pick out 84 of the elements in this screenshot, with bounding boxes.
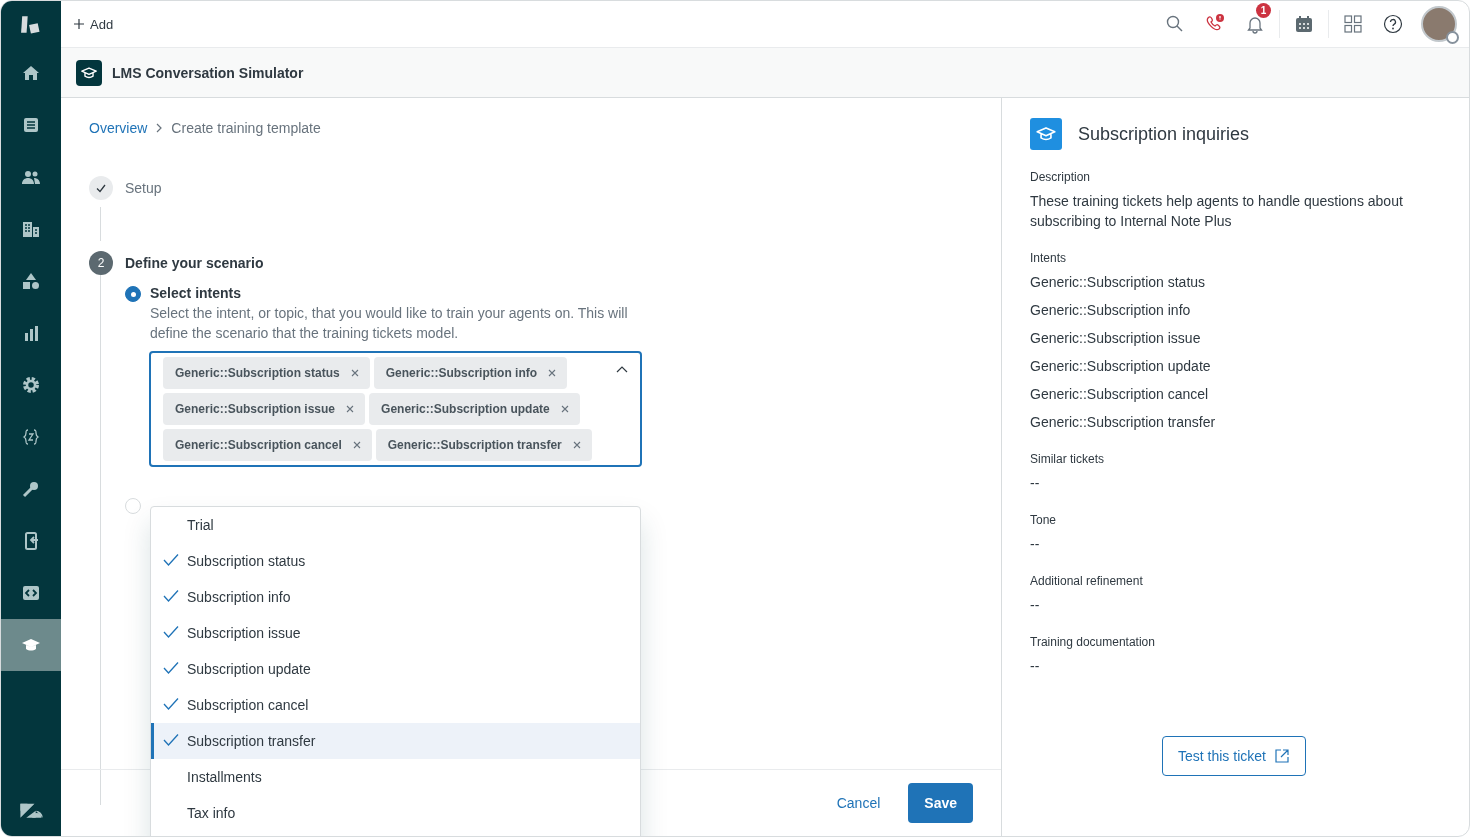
intent-tag: Generic::Subscription cancel xyxy=(163,429,372,461)
section-value: -- xyxy=(1030,657,1041,676)
code-braces-icon xyxy=(21,427,41,447)
menu-option[interactable]: Subscription transfer xyxy=(151,723,640,759)
remove-tag-button[interactable] xyxy=(349,368,360,378)
option-description: Select the intent, or topic, that you would like to train your agents on. This will define the scenario that the training tickets model. xyxy=(150,304,629,343)
breadcrumb-current: Create training template xyxy=(171,120,321,136)
remove-tag-button[interactable] xyxy=(345,404,356,414)
close-icon xyxy=(349,368,360,378)
section-value: Generic::Subscription status xyxy=(1030,273,1207,292)
code-window-icon xyxy=(21,583,41,603)
inbox-icon xyxy=(21,115,41,135)
app-title: LMS Conversation Simulator xyxy=(112,64,304,81)
step-label: Setup xyxy=(125,180,162,196)
intent-multiselect-field[interactable]: Generic::Subscription status Generic::Subscription info Generic::Subscription issue Generic::Subscription update Generic::Subscription cancel Generic::Subscription transfer xyxy=(149,351,642,467)
intent-tag: Generic::Subscription info xyxy=(373,357,568,389)
menu-option[interactable]: Subscription status xyxy=(151,543,640,579)
section-value: Generic::Subscription cancel xyxy=(1030,385,1210,404)
external-link-icon xyxy=(1273,748,1290,764)
app-icon xyxy=(76,59,102,86)
menu-option[interactable]: Tax info xyxy=(151,795,640,831)
close-icon xyxy=(571,440,582,450)
grid-icon xyxy=(1343,14,1363,34)
building-icon xyxy=(21,219,41,239)
close-icon xyxy=(345,404,356,414)
section-label: Tone xyxy=(1030,513,1058,527)
menu-option[interactable]: Subscription info xyxy=(151,579,640,615)
shapes-icon xyxy=(21,271,41,291)
section-value: These training tickets help agents to handle questions about subscribing to Internal Note Plus xyxy=(1030,192,1404,231)
remove-tag-button[interactable] xyxy=(559,404,570,414)
intent-tag: Generic::Subscription issue xyxy=(163,393,366,425)
template-icon xyxy=(1030,118,1062,150)
remove-tag-button[interactable] xyxy=(571,440,582,450)
notifications-button[interactable]: 1 xyxy=(1235,1,1275,47)
menu-option[interactable]: Subscription update xyxy=(151,651,640,687)
breadcrumb-link[interactable]: Overview xyxy=(89,120,148,136)
section-value: -- xyxy=(1030,535,1041,554)
search-icon xyxy=(1165,14,1185,34)
intent-tag: Generic::Subscription update xyxy=(369,393,580,425)
plus-icon xyxy=(73,18,85,30)
section-value: -- xyxy=(1030,474,1041,493)
remove-tag-button[interactable] xyxy=(351,440,362,450)
section-label: Description xyxy=(1030,170,1092,184)
collapse-button[interactable] xyxy=(616,365,628,374)
sidebar-nav-item[interactable] xyxy=(1,619,61,671)
intent-tag: Generic::Subscription transfer xyxy=(375,429,592,461)
section-label: Intents xyxy=(1030,251,1068,265)
option-label: Select intents xyxy=(150,285,243,301)
bell-icon xyxy=(1245,14,1265,34)
step-number: 2 xyxy=(89,251,113,275)
step-label: Define your scenario xyxy=(125,255,264,271)
close-icon xyxy=(351,440,362,450)
close-icon xyxy=(559,404,570,414)
notification-count: 1 xyxy=(1256,3,1271,18)
save-button[interactable]: Save xyxy=(908,783,973,823)
user-avatar[interactable] xyxy=(1421,6,1457,42)
template-title: Subscription inquiries xyxy=(1078,123,1250,145)
key-icon xyxy=(21,479,41,499)
cancel-button[interactable]: Cancel xyxy=(816,785,901,821)
radio-button[interactable] xyxy=(125,286,141,302)
chevron-up-icon xyxy=(616,365,628,374)
section-value: Generic::Subscription issue xyxy=(1030,329,1202,348)
section-value: Generic::Subscription update xyxy=(1030,357,1212,376)
menu-option[interactable]: Subscription cancel xyxy=(151,687,640,723)
status-indicator xyxy=(1446,31,1459,44)
test-ticket-button[interactable]: Test this ticket xyxy=(1162,736,1306,776)
add-button[interactable]: Add xyxy=(73,16,114,32)
home-icon xyxy=(21,63,41,83)
section-label: Similar tickets xyxy=(1030,452,1105,466)
menu-option[interactable]: Installments xyxy=(151,759,640,795)
section-value: Generic::Subscription info xyxy=(1030,301,1192,320)
intent-tag: Generic::Subscription status xyxy=(163,357,370,389)
section-label: Training documentation xyxy=(1030,635,1156,649)
menu-option[interactable]: Trial xyxy=(151,507,640,543)
section-value: -- xyxy=(1030,596,1041,615)
settings-icon xyxy=(21,375,41,395)
section-value: Generic::Subscription transfer xyxy=(1030,413,1217,432)
calendar-icon xyxy=(1294,14,1314,34)
remove-tag-button[interactable] xyxy=(547,368,558,378)
menu-option[interactable]: Subscription issue xyxy=(151,615,640,651)
close-icon xyxy=(547,368,558,378)
help-icon xyxy=(1383,14,1403,34)
section-label: Additional refinement xyxy=(1030,574,1144,588)
check-icon xyxy=(95,182,107,194)
